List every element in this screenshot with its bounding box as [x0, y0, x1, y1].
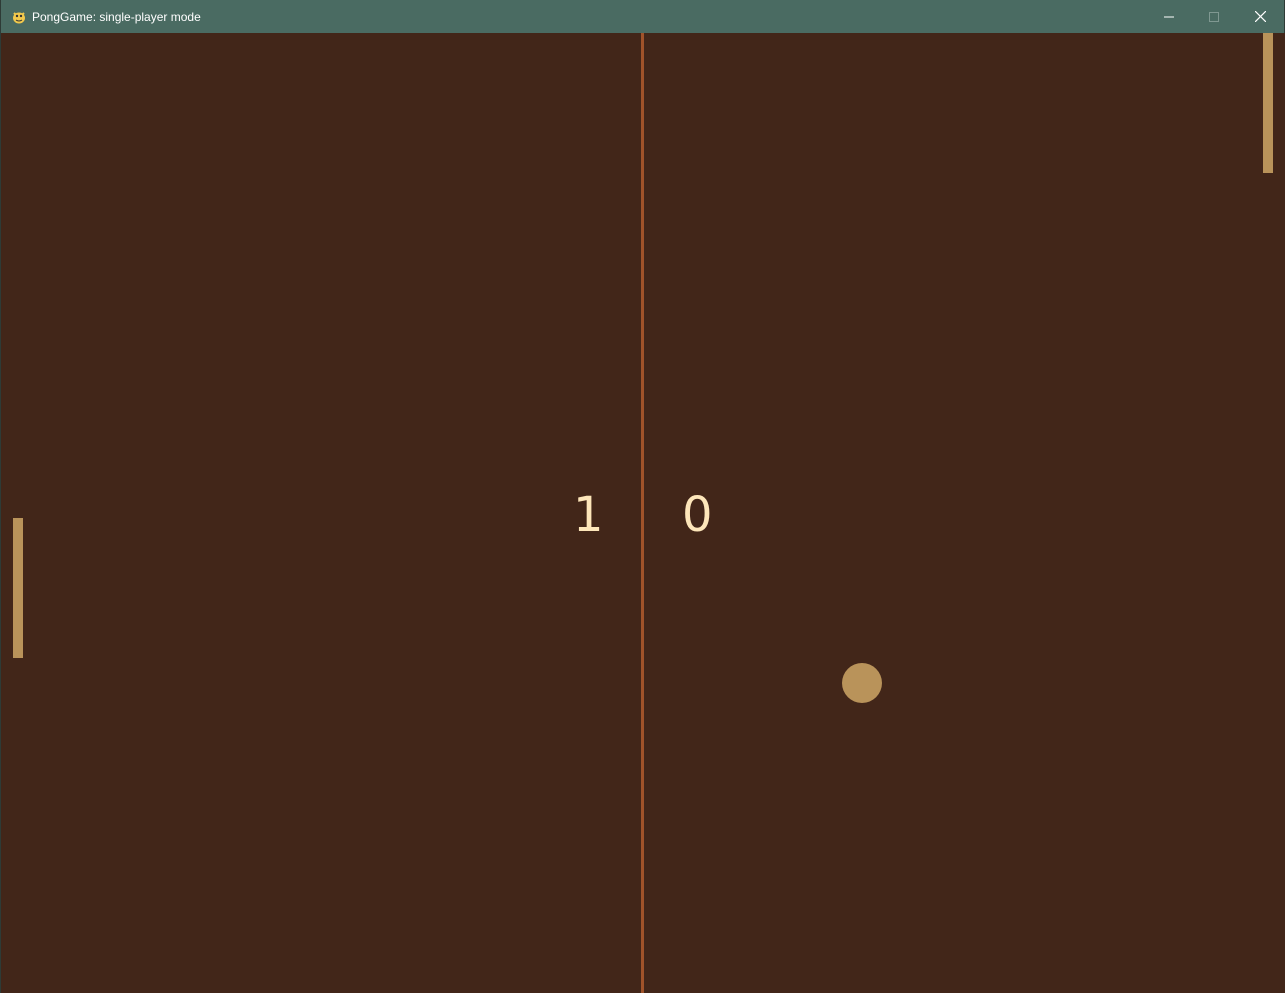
left-score: 1 [573, 487, 604, 543]
close-icon [1254, 11, 1266, 22]
minimize-icon [1164, 16, 1174, 17]
game-window: PongGame: single-player mode 1 0 [0, 0, 1285, 993]
minimize-button[interactable] [1146, 0, 1192, 33]
maximize-button[interactable] [1191, 0, 1237, 33]
center-net-line [641, 33, 644, 993]
left-paddle [13, 518, 23, 658]
title-bar[interactable]: PongGame: single-player mode [1, 0, 1284, 33]
maximize-icon [1209, 11, 1219, 22]
window-title: PongGame: single-player mode [32, 10, 201, 24]
game-canvas[interactable]: 1 0 [2, 33, 1285, 993]
ball [842, 663, 882, 703]
right-paddle [1263, 33, 1273, 173]
right-score: 0 [682, 487, 713, 543]
python-snake-icon [13, 12, 25, 24]
close-button[interactable] [1237, 0, 1283, 33]
